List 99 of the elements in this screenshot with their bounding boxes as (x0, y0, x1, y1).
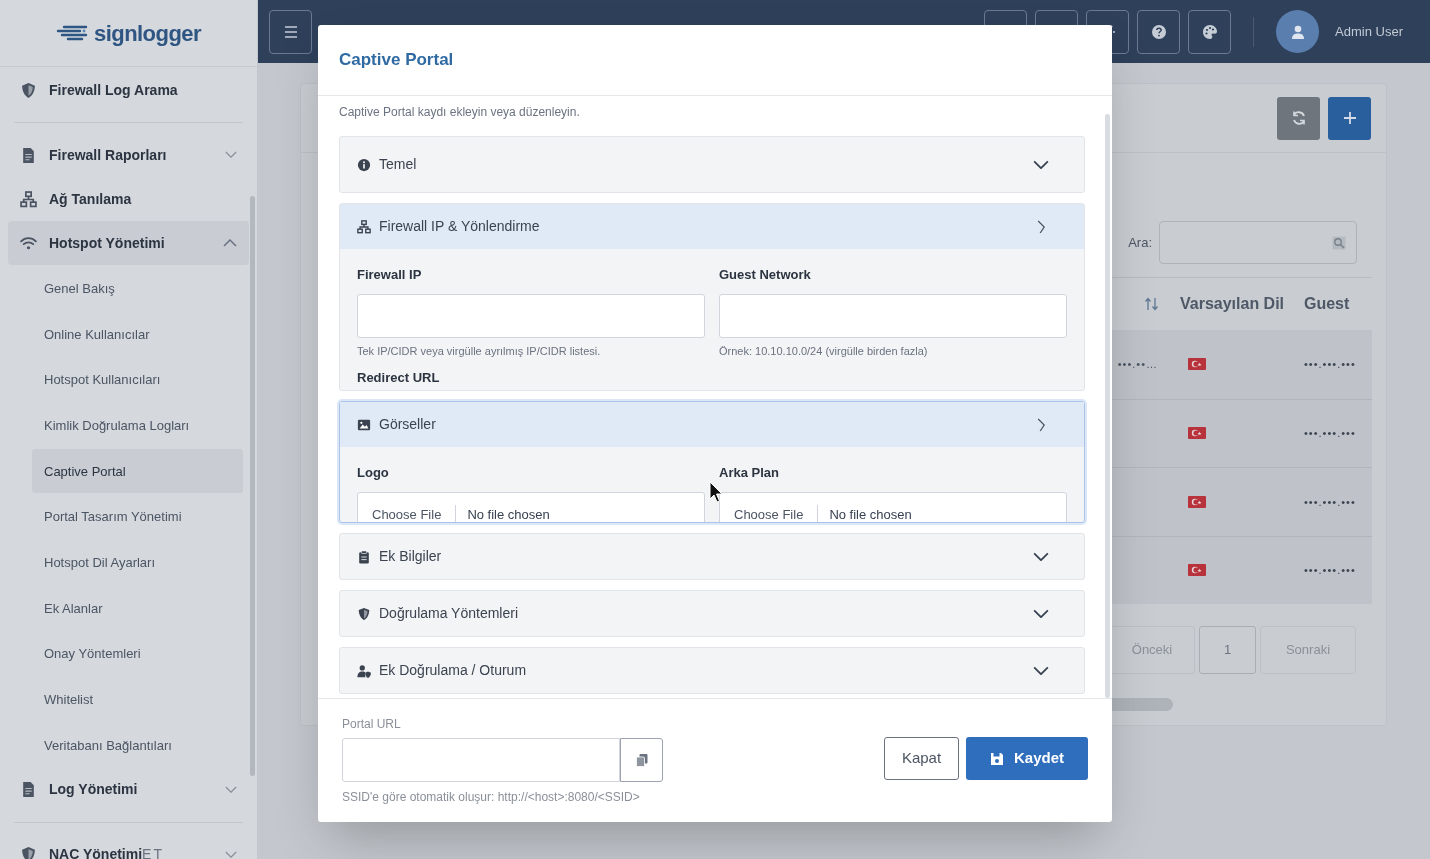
chevron-right-icon (1036, 219, 1045, 234)
accordion-header[interactable]: Firewall IP & Yönlendirme (340, 204, 1084, 249)
shield-icon (20, 846, 37, 859)
field-label: Firewall IP (357, 266, 423, 284)
sort-icon (1144, 297, 1160, 311)
chevron-down-icon (225, 151, 237, 159)
table-cell-text: •••.•••.••• (1303, 494, 1357, 510)
flag-icon (1188, 358, 1206, 371)
sidebar-item[interactable]: Ağ Tanılama (8, 177, 249, 221)
logo-icon (56, 24, 88, 42)
refresh-icon (1290, 110, 1307, 126)
avatar[interactable] (1276, 10, 1320, 53)
table-cell-text: •••.•••.••• (1303, 426, 1357, 441)
table-cell-text: •••.•••.••• (1303, 563, 1357, 578)
sidebar-item[interactable]: NAC YönetimiET (8, 832, 249, 859)
flag-icon (1188, 564, 1206, 577)
input-field[interactable] (357, 293, 705, 338)
shield-icon (20, 81, 37, 99)
submenu-item[interactable]: Hotspot Dil Ayarları (32, 540, 243, 585)
field-label: Arka Plan (719, 464, 780, 482)
submenu-item[interactable]: Veritabanı Bağlantıları (32, 723, 243, 768)
column-header[interactable]: Guest (1290, 292, 1372, 316)
search-label: Ara: (1128, 233, 1152, 252)
help-icon (1150, 23, 1167, 40)
accordion-header[interactable]: Temel (340, 137, 1084, 192)
cursor-icon (709, 481, 723, 503)
flag-icon (1188, 427, 1206, 440)
accordion-header[interactable]: Görseller (340, 402, 1084, 447)
submenu-item[interactable]: Genel Bakış (32, 266, 243, 311)
hint-text: SSID'e göre otomatik oluşur: http://<host>:8080/<SSID> (342, 789, 641, 806)
submenu-item[interactable]: Hotspot Kullanıcıları (32, 358, 243, 403)
submenu-item[interactable]: Whitelist (32, 677, 243, 722)
image-icon (357, 417, 371, 432)
search-icon (1332, 235, 1346, 250)
menu-button[interactable] (269, 9, 312, 54)
submenu-item[interactable]: Ek Alanlar (32, 586, 243, 631)
scrollbar[interactable] (1105, 114, 1110, 698)
accordion-header[interactable]: Ek Doğrulama / Oturum (340, 648, 1084, 693)
column-header[interactable]: Varsayılan Dil (1166, 292, 1290, 316)
network-icon (357, 219, 371, 234)
field-label: Redirect URL (357, 369, 441, 387)
field-label: Guest Network (719, 266, 812, 284)
shield-icon (357, 606, 371, 621)
copy-button[interactable] (620, 738, 663, 782)
file-input[interactable]: Choose File No file chosen (719, 491, 1067, 522)
document-icon (20, 781, 37, 799)
add-button[interactable] (1328, 96, 1371, 140)
file-input[interactable]: Choose File No file chosen (357, 491, 705, 522)
info-icon (357, 157, 371, 172)
copy-icon (634, 753, 649, 767)
chevron-down-icon (225, 850, 237, 859)
chevron-down-icon (225, 785, 237, 794)
refresh-button[interactable] (1277, 96, 1320, 140)
submenu-item[interactable]: Online Kullanıcılar (32, 312, 243, 357)
network-icon (20, 190, 37, 208)
search-field[interactable] (1159, 221, 1357, 264)
plus-icon (1342, 111, 1357, 125)
sidebar-item[interactable]: Firewall Log Arama (8, 68, 249, 112)
ghost-text: ET (142, 845, 165, 859)
help-text: Tek IP/CIDR veya virgülle ayrılmış IP/CIDR listesi. (357, 343, 602, 359)
toolbar-button[interactable] (1137, 9, 1181, 54)
accordion-header[interactable]: Doğrulama Yöntemleri (340, 591, 1084, 636)
submenu-item[interactable]: Kimlik Doğrulama Logları (32, 403, 243, 448)
accordion-header[interactable]: Ek Bilgiler (340, 534, 1084, 579)
table-cell-text: •••.••… (1117, 357, 1158, 372)
close-button[interactable]: Kapat (884, 737, 959, 780)
chevron-down-icon (1033, 159, 1049, 170)
modal-description: Captive Portal kaydı ekleyin veya düzenleyin. (339, 104, 581, 121)
chevron-down-icon (1033, 665, 1049, 676)
user-icon (1289, 23, 1306, 40)
field-label: Portal URL (342, 716, 402, 733)
chevron-up-icon (223, 239, 237, 247)
input-field[interactable] (719, 293, 1067, 338)
submenu-item[interactable]: Portal Tasarım Yönetimi (32, 495, 243, 540)
help-text: Örnek: 10.10.10.0/24 (virgülle birden fazla) (719, 343, 929, 359)
chevron-down-icon (1033, 551, 1049, 562)
sidebar-item[interactable]: Log Yönetimi (8, 767, 249, 812)
chevron-down-icon (1033, 608, 1049, 619)
clipboard-icon (357, 549, 371, 564)
modal-title: Captive Portal (339, 49, 454, 72)
save-button[interactable]: Kaydet (966, 737, 1088, 780)
chevron-right-icon (1036, 417, 1045, 432)
flag-icon (1188, 495, 1206, 508)
palette-icon (1201, 23, 1218, 40)
wifi-icon (20, 234, 37, 252)
sidebar-item[interactable]: Firewall Raporları (8, 133, 249, 177)
field-label: Logo (357, 464, 390, 482)
logo-text: signlogger (94, 19, 201, 48)
submenu-item[interactable]: Captive Portal (32, 449, 243, 494)
toolbar-button[interactable] (1188, 9, 1232, 54)
sidebar-item[interactable]: Hotspot Yönetimi (8, 221, 249, 265)
input-field[interactable] (342, 738, 620, 782)
scrollbar[interactable] (250, 196, 255, 776)
submenu-item[interactable]: Onay Yöntemleri (32, 632, 243, 677)
document-icon (20, 146, 37, 164)
user-shield-icon (357, 663, 371, 678)
table-cell-text: •••.•••.••• (1303, 357, 1357, 372)
menu-icon (283, 25, 298, 38)
user-name[interactable]: Admin User (1335, 21, 1403, 42)
